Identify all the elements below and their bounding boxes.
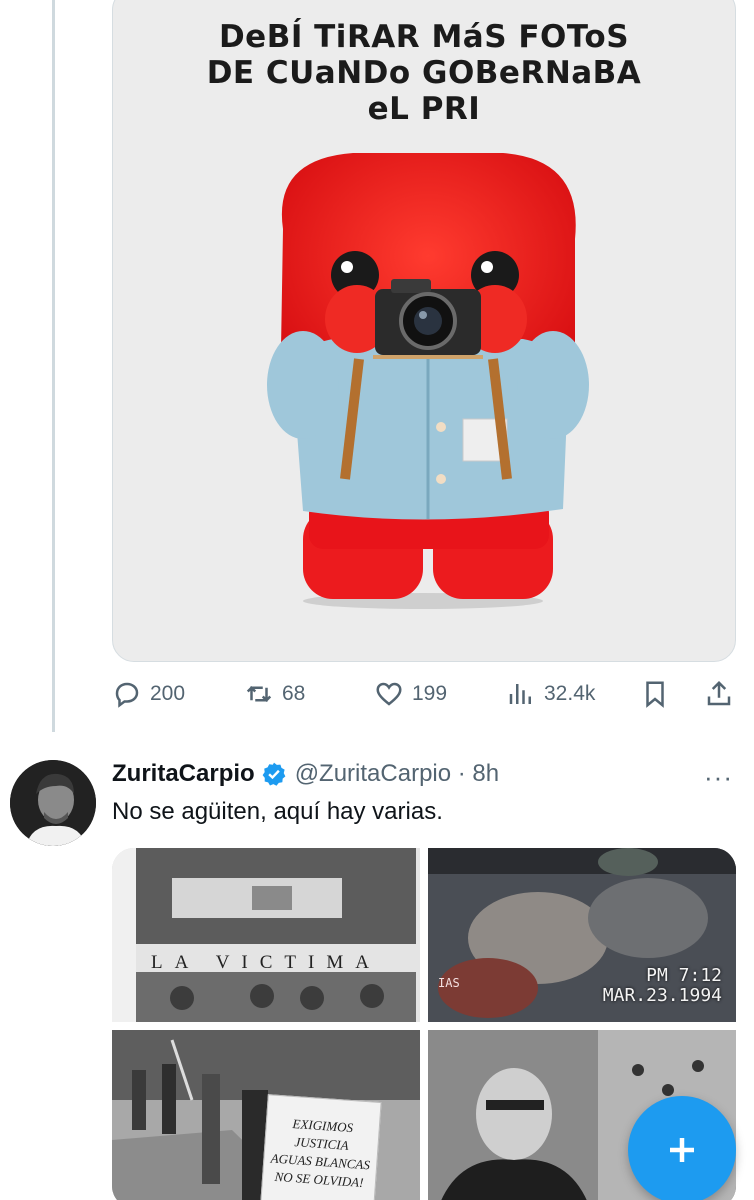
bookmark-icon bbox=[646, 681, 664, 708]
retweet-count: 68 bbox=[282, 682, 306, 705]
views-button[interactable]: 32.4k bbox=[506, 672, 595, 716]
meme-caption-line-1: DeBÍ TiRAR MáS FOToS bbox=[218, 19, 630, 55]
verified-icon bbox=[262, 762, 286, 786]
reply-icon bbox=[115, 682, 139, 708]
tweet-media-image[interactable]: DeBÍ TiRAR MáS FOToS DE CUaNDo GOBeRNaBA… bbox=[112, 0, 736, 662]
vhs-date: MAR.23.1994 bbox=[602, 985, 722, 1006]
views-icon bbox=[509, 684, 531, 704]
mascot-photographer-illustration bbox=[267, 153, 589, 609]
meme-caption: DeBÍ TiRAR MáS FOToS DE CUaNDo GOBeRNaBA… bbox=[113, 19, 735, 127]
reply-button[interactable]: 200 bbox=[112, 672, 185, 716]
avatar[interactable] bbox=[10, 760, 96, 846]
like-button[interactable]: 199 bbox=[374, 672, 447, 716]
meme-caption-line-2: DE CUaNDo GOBeRNaBA bbox=[206, 55, 642, 91]
vhs-time: PM 7:12 bbox=[646, 965, 722, 986]
author-handle-time[interactable]: @ZuritaCarpio · 8h bbox=[295, 760, 499, 788]
share-icon bbox=[707, 680, 731, 706]
image-vhs-still[interactable]: IAS PM 7:12 MAR.23.1994 bbox=[428, 848, 736, 1022]
tweet-action-bar: 200 68 199 32.4k bbox=[0, 672, 754, 716]
newspaper-photo bbox=[112, 848, 420, 1022]
retweet-icon bbox=[246, 685, 272, 703]
tweet-header: ZuritaCarpio @ZuritaCarpio · 8h bbox=[112, 758, 499, 790]
vhs-corner-text: IAS bbox=[438, 976, 460, 990]
tweet-text: No se agüiten, aquí hay varias. bbox=[112, 798, 443, 825]
views-count: 32.4k bbox=[544, 682, 596, 705]
author-name[interactable]: ZuritaCarpio bbox=[112, 760, 255, 788]
protest-sign: EXIGIMOS JUSTICIA AGUAS BLANCAS NO SE OL… bbox=[260, 1094, 382, 1200]
reply-count: 200 bbox=[150, 682, 186, 705]
share-button[interactable] bbox=[704, 672, 734, 716]
image-newspaper-victima[interactable]: LA VICTIMA bbox=[112, 848, 420, 1022]
retweet-button[interactable]: 68 bbox=[244, 672, 305, 716]
bookmark-button[interactable] bbox=[640, 672, 670, 716]
thread-connector-line bbox=[52, 0, 55, 732]
vhs-timestamp: PM 7:12 MAR.23.1994 bbox=[603, 966, 722, 1006]
like-icon bbox=[376, 682, 402, 706]
meme-caption-line-3: eL PRI bbox=[367, 91, 481, 127]
more-options-icon[interactable]: ··· bbox=[704, 762, 733, 793]
image-protest-march[interactable]: EXIGIMOS JUSTICIA AGUAS BLANCAS NO SE OL… bbox=[112, 1030, 420, 1200]
compose-icon bbox=[670, 1138, 694, 1162]
compose-tweet-button[interactable] bbox=[628, 1096, 736, 1200]
like-count: 199 bbox=[412, 682, 448, 705]
avatar-photo bbox=[10, 760, 96, 846]
newspaper-caption: LA VICTIMA bbox=[151, 952, 381, 973]
